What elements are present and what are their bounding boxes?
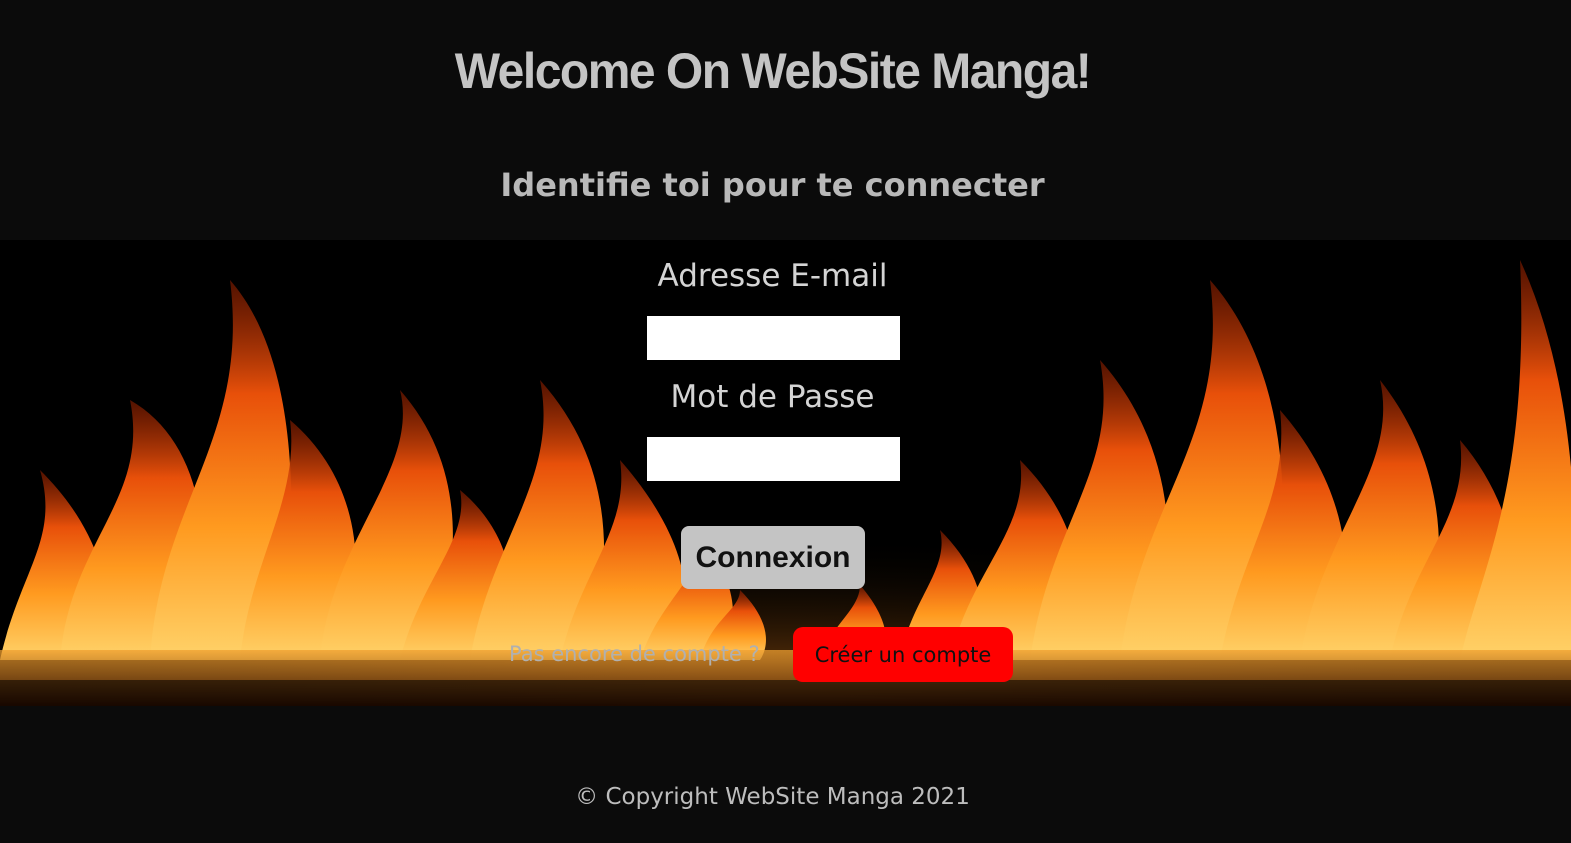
email-label: Adresse E-mail [657,258,888,294]
email-input[interactable] [647,316,900,360]
no-account-prompt: Pas encore de compte ? [509,642,760,666]
page-header: Welcome On WebSite Manga! Identifie toi … [0,0,1571,240]
flames-background: Adresse E-mail Mot de Passe [0,240,1571,706]
password-input[interactable] [647,437,900,481]
login-page: Welcome On WebSite Manga! Identifie toi … [0,0,1571,843]
site-title: Welcome On WebSite Manga! [454,43,1092,100]
password-label: Mot de Passe [670,379,875,415]
login-button[interactable]: Connexion [681,526,865,589]
page-footer: © Copyright WebSite Manga 2021 [0,706,1571,843]
create-account-button[interactable]: Créer un compte [793,627,1013,682]
copyright-text: © Copyright WebSite Manga 2021 [575,784,970,810]
login-subtitle: Identifie toi pour te connecter [500,166,1045,204]
